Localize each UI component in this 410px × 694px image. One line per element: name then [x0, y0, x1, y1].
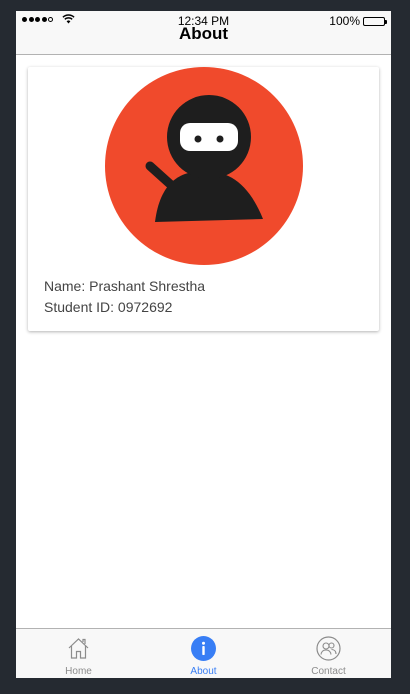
profile-card: Name: Prashant Shrestha Student ID: 0972…	[28, 67, 379, 331]
tab-home-label: Home	[65, 666, 92, 677]
student-id: Student ID: 0972692	[44, 299, 173, 315]
battery-icon	[363, 16, 387, 26]
home-icon	[68, 638, 89, 659]
student-name: Name: Prashant Shrestha	[44, 278, 206, 294]
tab-about-label: About	[190, 666, 217, 677]
tab-contact-label: Contact	[311, 666, 346, 677]
phone-screen: About 12:34 PM 100% Name: Prashant Shres…	[16, 11, 391, 678]
tab-home[interactable]: Home	[16, 629, 141, 678]
tab-bar: Home About Contact	[16, 628, 391, 678]
info-icon	[191, 636, 216, 661]
battery-percent: 100%	[329, 14, 360, 28]
battery-indicator: 100%	[329, 14, 387, 28]
tab-contact[interactable]: Contact	[266, 629, 391, 678]
status-bar: 12:34 PM 100%	[16, 11, 391, 31]
tab-about[interactable]: About	[141, 629, 266, 678]
contact-icon	[316, 636, 341, 661]
ninja-avatar	[105, 67, 303, 265]
